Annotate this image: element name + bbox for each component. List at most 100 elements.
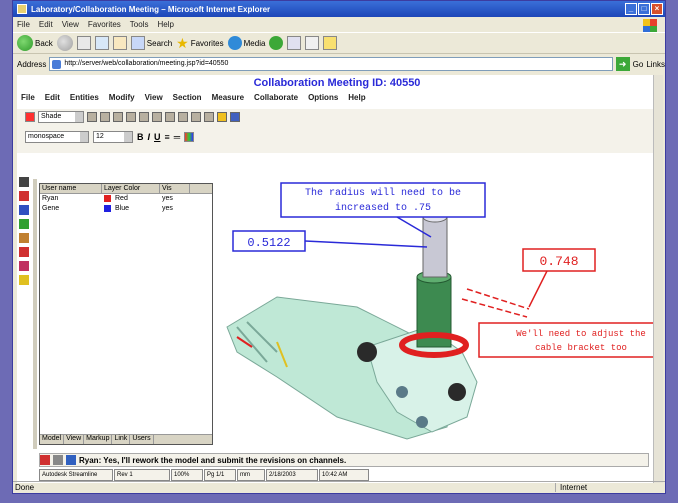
tool-icon[interactable] — [204, 112, 214, 122]
participant-color: Blue — [102, 204, 160, 214]
shading-select[interactable]: Shade — [38, 111, 84, 123]
media-button[interactable]: Media — [227, 36, 265, 50]
menu-view[interactable]: View — [62, 20, 79, 29]
lightbulb-icon[interactable] — [217, 112, 227, 122]
folder-icon[interactable] — [323, 36, 338, 50]
star-icon: ★ — [176, 34, 189, 51]
forward-button[interactable] — [56, 35, 73, 51]
column-header[interactable]: Layer Color — [102, 184, 160, 193]
app-menu-help[interactable]: Help — [348, 93, 365, 102]
red-leader-line — [528, 270, 548, 308]
column-header[interactable]: User name — [40, 184, 102, 193]
chevron-down-icon[interactable] — [53, 455, 63, 465]
page-scrollbar[interactable] — [653, 75, 663, 483]
participant-row[interactable]: Gene Blue yes — [40, 204, 212, 214]
menu-help[interactable]: Help — [157, 20, 173, 29]
ie-logo-icon — [17, 4, 27, 14]
stop-icon[interactable] — [76, 36, 91, 50]
history-icon[interactable] — [269, 36, 284, 50]
tab-model[interactable]: Model — [40, 435, 65, 444]
model-viewport[interactable]: The radius will need to be increased to … — [217, 177, 665, 453]
tool-icon[interactable] — [152, 112, 162, 122]
tool-icon[interactable] — [100, 112, 110, 122]
app-menu-section[interactable]: Section — [173, 93, 202, 102]
chat-message: Ryan: Yes, I'll rework the model and sub… — [79, 455, 347, 465]
column-header[interactable]: Vis — [160, 184, 190, 193]
text-tool-icon[interactable] — [19, 205, 29, 215]
shape-tool-icon[interactable] — [19, 233, 29, 243]
app-menu-collaborate[interactable]: Collaborate — [254, 93, 298, 102]
tool-icon[interactable] — [113, 112, 123, 122]
go-arrow-icon[interactable]: ➜ — [615, 57, 630, 71]
red-dimension-text: 0.748 — [539, 254, 578, 269]
markup-tool-icon[interactable] — [19, 191, 29, 201]
tool-icon[interactable] — [178, 112, 188, 122]
favorites-button[interactable]: ★ Favorites — [176, 35, 223, 52]
panel-tabs: Model View Markup Link Users — [40, 434, 212, 444]
app-menu-edit[interactable]: Edit — [45, 93, 60, 102]
chat-icon[interactable] — [40, 455, 50, 465]
circle-tool-icon[interactable] — [19, 247, 29, 257]
status-cell: Autodesk Streamline — [39, 469, 113, 481]
links-button[interactable]: Links — [646, 60, 665, 69]
menu-file[interactable]: File — [17, 20, 30, 29]
address-input[interactable]: http://server/web/collaboration/meeting.… — [49, 57, 613, 71]
media-icon — [227, 36, 242, 50]
bold-button[interactable]: B — [137, 132, 144, 142]
status-cell: 100% — [171, 469, 203, 481]
mail-icon[interactable] — [287, 36, 302, 50]
menu-tools[interactable]: Tools — [130, 20, 149, 29]
italic-button[interactable]: I — [148, 132, 151, 142]
search-button[interactable]: Search — [130, 36, 172, 50]
print-icon[interactable] — [305, 36, 320, 50]
tab-users[interactable]: Users — [130, 435, 154, 444]
line-button[interactable]: ═ — [174, 132, 180, 142]
app-menu-view[interactable]: View — [145, 93, 163, 102]
note-tool-icon[interactable] — [19, 275, 29, 285]
tab-link[interactable]: Link — [112, 435, 131, 444]
browser-status-bar: Done Internet — [13, 481, 665, 493]
menu-favorites[interactable]: Favorites — [88, 20, 121, 29]
tool-icon[interactable] — [165, 112, 175, 122]
line-tool-icon[interactable] — [19, 219, 29, 229]
maximize-button[interactable]: □ — [638, 3, 650, 15]
chevron-down-icon — [124, 132, 132, 142]
font-select[interactable]: monospace — [25, 131, 89, 143]
monitor-icon[interactable] — [230, 112, 240, 122]
left-scrollbar[interactable] — [33, 179, 37, 449]
status-cell: Rev 1 — [114, 469, 170, 481]
participant-name: Ryan — [42, 195, 59, 202]
participant-row[interactable]: Ryan Red yes — [40, 194, 212, 204]
color-icon[interactable] — [25, 112, 35, 122]
page-title: Collaboration Meeting ID: 40550 — [253, 77, 421, 89]
app-menu-file[interactable]: File — [21, 93, 35, 102]
app-menu-options[interactable]: Options — [308, 93, 338, 102]
underline-button[interactable]: U — [154, 132, 161, 142]
select-tool-icon[interactable] — [19, 177, 29, 187]
app-menu-entities[interactable]: Entities — [70, 93, 99, 102]
tool-icon[interactable] — [87, 112, 97, 122]
home-icon[interactable] — [112, 36, 127, 50]
app-menu-modify[interactable]: Modify — [109, 93, 135, 102]
align-button[interactable]: ≡ — [165, 132, 170, 142]
tool-icon[interactable] — [126, 112, 136, 122]
app-menu-measure[interactable]: Measure — [212, 93, 244, 102]
tool-icon[interactable] — [139, 112, 149, 122]
participant-name: Gene — [42, 205, 60, 212]
menu-edit[interactable]: Edit — [39, 20, 53, 29]
tab-view[interactable]: View — [64, 435, 85, 444]
back-button[interactable]: Back — [17, 35, 53, 51]
refresh-icon[interactable] — [94, 36, 109, 50]
font-size-select[interactable]: 12 — [93, 131, 133, 143]
tab-markup[interactable]: Markup — [84, 435, 113, 444]
arrow-tool-icon[interactable] — [19, 261, 29, 271]
palette-icon[interactable] — [184, 132, 195, 142]
tool-icon[interactable] — [191, 112, 201, 122]
minimize-button[interactable]: _ — [625, 3, 637, 15]
go-button[interactable]: Go — [633, 60, 644, 69]
model-canvas[interactable]: The radius will need to be increased to … — [217, 177, 665, 453]
close-button[interactable]: × — [651, 3, 663, 15]
window-title: Laboratory/Collaboration Meeting – Micro… — [31, 4, 271, 14]
user-icon[interactable] — [66, 455, 76, 465]
blue-note-text-line-2: increased to .75 — [335, 202, 431, 214]
